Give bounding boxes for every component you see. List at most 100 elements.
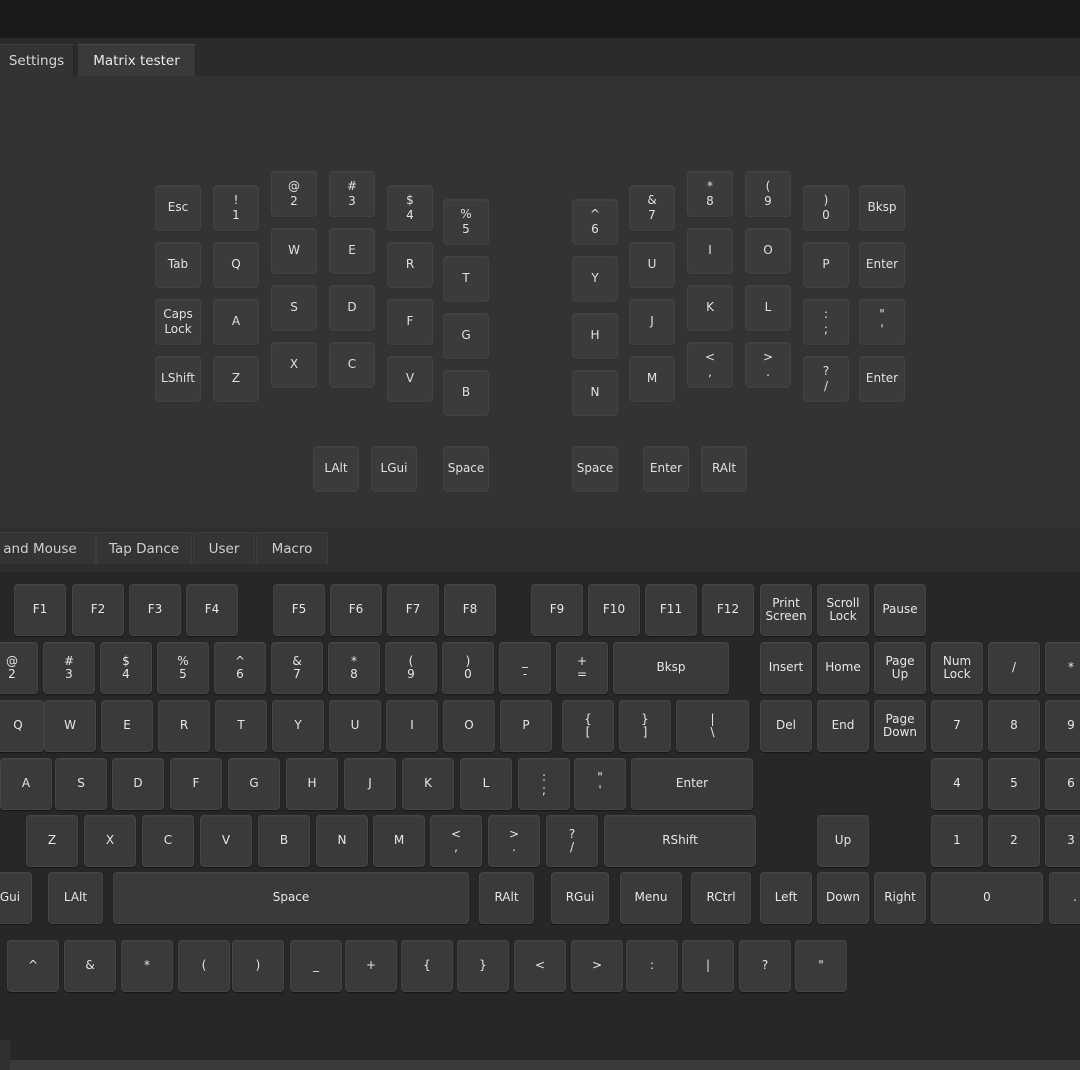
picker-key-num-8-6[interactable]: * 8: [328, 642, 380, 694]
picker-key-a-5-13[interactable]: 5: [988, 758, 1040, 810]
picker-key-sym-sym-4[interactable]: ): [232, 940, 284, 992]
picker-key-a-enter-11[interactable]: Enter: [631, 758, 753, 810]
right-key-6-0-0[interactable]: ^ 6: [572, 199, 618, 245]
picker-key-num-up-14[interactable]: Page Up: [874, 642, 926, 694]
picker-key-fn-screen-12[interactable]: Print Screen: [760, 584, 812, 636]
picker-key-sym-sym-14[interactable]: ": [795, 940, 847, 992]
picker-key-q-i-7[interactable]: I: [386, 700, 438, 752]
picker-key-fn-f3-2[interactable]: F3: [129, 584, 181, 636]
picker-key-q-w-1[interactable]: W: [44, 700, 96, 752]
picker-key-z-c-2[interactable]: C: [142, 815, 194, 867]
left-key-4-4-0[interactable]: $4: [387, 185, 433, 231]
picker-key-fn-f12-11[interactable]: F12: [702, 584, 754, 636]
left-key-w-2-1[interactable]: W: [271, 228, 317, 274]
picker-key-q-sym-12[interactable]: | \: [676, 700, 749, 752]
right-key-enter-5-1[interactable]: Enter: [859, 242, 905, 288]
left-key-t-5-1[interactable]: T: [443, 256, 489, 302]
picker-key-z-z-0[interactable]: Z: [26, 815, 78, 867]
picker-key-z-1-12[interactable]: 1: [931, 815, 983, 867]
picker-key-a-sym-10[interactable]: " ': [574, 758, 626, 810]
picker-key-q-u-6[interactable]: U: [329, 700, 381, 752]
right-key-p-4-1[interactable]: P: [803, 242, 849, 288]
picker-key-fn-f4-3[interactable]: F4: [186, 584, 238, 636]
right-thumb-enter[interactable]: Enter: [643, 446, 689, 492]
left-key-q-1-1[interactable]: Q: [213, 242, 259, 288]
picker-key-mod-left-7[interactable]: Left: [760, 872, 812, 924]
tab-settings[interactable]: Settings: [0, 44, 74, 76]
picker-key-mod-down-8[interactable]: Down: [817, 872, 869, 924]
right-key-/-4-3[interactable]: ? /: [803, 356, 849, 402]
picker-key-fn-f5-4[interactable]: F5: [273, 584, 325, 636]
left-key-f-4-2[interactable]: F: [387, 299, 433, 345]
picker-key-num-lock-15[interactable]: Num Lock: [931, 642, 983, 694]
picker-key-a-s-1[interactable]: S: [55, 758, 107, 810]
picker-key-sym-sym-5[interactable]: _: [290, 940, 342, 992]
picker-key-mod-space-2[interactable]: Space: [113, 872, 469, 924]
picker-key-num-home-13[interactable]: Home: [817, 642, 869, 694]
picker-key-z-m-6[interactable]: M: [373, 815, 425, 867]
picker-key-fn-f9-8[interactable]: F9: [531, 584, 583, 636]
picker-key-sym-sym-6[interactable]: +: [345, 940, 397, 992]
right-key-bksp-5-0[interactable]: Bksp: [859, 185, 905, 231]
right-key-u-1-1[interactable]: U: [629, 242, 675, 288]
picker-key-num-bksp-11[interactable]: Bksp: [613, 642, 729, 694]
picker-key-fn-f11-10[interactable]: F11: [645, 584, 697, 636]
picker-key-z-n-5[interactable]: N: [316, 815, 368, 867]
right-key-7-1-0[interactable]: & 7: [629, 185, 675, 231]
picker-key-q-9-18[interactable]: 9: [1045, 700, 1080, 752]
picker-key-q-8-17[interactable]: 8: [988, 700, 1040, 752]
picker-key-fn-f7-6[interactable]: F7: [387, 584, 439, 636]
left-key-a-1-2[interactable]: A: [213, 299, 259, 345]
left-key-v-4-3[interactable]: V: [387, 356, 433, 402]
picker-key-sym-sym-0[interactable]: ^: [7, 940, 59, 992]
picker-key-mod-right-9[interactable]: Right: [874, 872, 926, 924]
tab-matrix-tester[interactable]: Matrix tester: [78, 44, 196, 76]
picker-key-q-e-2[interactable]: E: [101, 700, 153, 752]
picker-key-z-b-4[interactable]: B: [258, 815, 310, 867]
picker-key-num-sym-10[interactable]: + =: [556, 642, 608, 694]
picker-key-sym-sym-7[interactable]: {: [401, 940, 453, 992]
picker-key-mod-rctrl-6[interactable]: RCtrl: [691, 872, 751, 924]
left-key-e-3-1[interactable]: E: [329, 228, 375, 274]
right-key-m-1-3[interactable]: M: [629, 356, 675, 402]
picker-key-num-sym-9[interactable]: _ -: [499, 642, 551, 694]
picker-key-z-x-1[interactable]: X: [84, 815, 136, 867]
right-key-h-0-2[interactable]: H: [572, 313, 618, 359]
picker-key-a-d-2[interactable]: D: [112, 758, 164, 810]
picker-key-a-j-6[interactable]: J: [344, 758, 396, 810]
picker-key-num-5-3[interactable]: % 5: [157, 642, 209, 694]
category-tab-user[interactable]: User: [193, 532, 255, 564]
picker-key-num-7-5[interactable]: & 7: [271, 642, 323, 694]
picker-key-mod-lalt-1[interactable]: LAlt: [48, 872, 103, 924]
picker-key-a-g-4[interactable]: G: [228, 758, 280, 810]
left-key-2-2-0[interactable]: @2: [271, 171, 317, 217]
picker-key-num-insert-12[interactable]: Insert: [760, 642, 812, 694]
picker-key-z-sym-8[interactable]: >.: [488, 815, 540, 867]
picker-key-q-y-5[interactable]: Y: [272, 700, 324, 752]
picker-key-fn-lock-13[interactable]: Scroll Lock: [817, 584, 869, 636]
picker-key-sym-sym-11[interactable]: :: [626, 940, 678, 992]
left-key-b-5-3[interactable]: B: [443, 370, 489, 416]
picker-key-num-sym-17[interactable]: *: [1045, 642, 1080, 694]
right-key-8-2-0[interactable]: * 8: [687, 171, 733, 217]
right-key-y-0-1[interactable]: Y: [572, 256, 618, 302]
picker-key-mod-gui-0[interactable]: Gui: [0, 872, 32, 924]
right-key-.-3-3[interactable]: >.: [745, 342, 791, 388]
picker-key-num-6-4[interactable]: ^ 6: [214, 642, 266, 694]
right-key-l-3-2[interactable]: L: [745, 285, 791, 331]
picker-key-a-sym-9[interactable]: :;: [518, 758, 570, 810]
picker-key-q-end-14[interactable]: End: [817, 700, 869, 752]
left-key-1-1-0[interactable]: ! 1: [213, 185, 259, 231]
left-key-lshift-0-3[interactable]: LShift: [155, 356, 201, 402]
picker-key-sym-sym-10[interactable]: >: [571, 940, 623, 992]
picker-key-fn-f8-7[interactable]: F8: [444, 584, 496, 636]
picker-key-fn-f10-9[interactable]: F10: [588, 584, 640, 636]
picker-key-num-9-7[interactable]: (9: [385, 642, 437, 694]
picker-key-a-k-7[interactable]: K: [402, 758, 454, 810]
picker-key-a-6-14[interactable]: 6: [1045, 758, 1080, 810]
picker-key-q-t-4[interactable]: T: [215, 700, 267, 752]
picker-key-fn-pause-14[interactable]: Pause: [874, 584, 926, 636]
picker-key-q-down-15[interactable]: Page Down: [874, 700, 926, 752]
picker-key-mod-ralt-3[interactable]: RAlt: [479, 872, 534, 924]
picker-key-z-sym-9[interactable]: ? /: [546, 815, 598, 867]
